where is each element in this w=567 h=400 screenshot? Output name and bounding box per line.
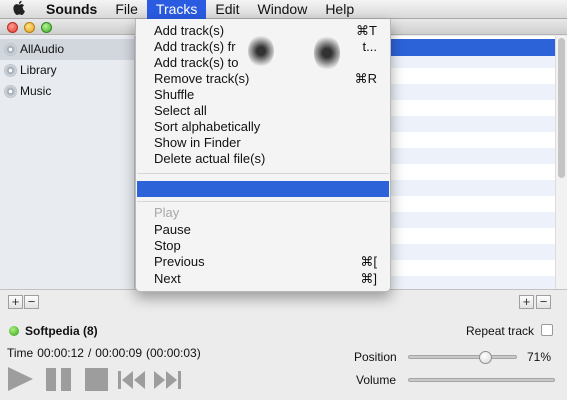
- menu-item-label: Add track(s): [154, 23, 225, 38]
- speaker-icon: [4, 85, 17, 98]
- blurred-text: [248, 35, 274, 67]
- sidebar-item-music[interactable]: Music: [0, 81, 134, 102]
- sidebar-item-label: Music: [20, 84, 52, 98]
- pause-icon[interactable]: [45, 368, 73, 395]
- position-label: Position: [354, 350, 397, 364]
- sidebar-item-label: AllAudio: [20, 42, 65, 56]
- menu-item-pause[interactable]: Pause: [136, 222, 390, 238]
- menu-bar: Sounds File Tracks Edit Window Help: [0, 0, 567, 19]
- menu-item-sort-alphabetically[interactable]: Sort alphabetically: [136, 119, 390, 135]
- close-window-button[interactable]: [7, 22, 18, 33]
- elapsed-time: 00:00:12: [37, 346, 84, 360]
- sidebar-item-library[interactable]: Library: [0, 60, 134, 81]
- menu-item-highlighted[interactable]: [137, 181, 389, 197]
- blurred-text: [314, 35, 340, 71]
- repeat-track-checkbox[interactable]: [541, 324, 553, 336]
- speaker-icon: [4, 64, 17, 77]
- remaining-time: (00:00:03): [146, 346, 201, 360]
- zoom-window-button[interactable]: [41, 22, 52, 33]
- menu-separator: [137, 173, 389, 174]
- play-icon[interactable]: [6, 366, 34, 395]
- time-label: Time: [7, 346, 34, 360]
- track-list-scrollbar[interactable]: [555, 36, 567, 289]
- add-playlist-button[interactable]: +: [8, 295, 23, 309]
- minimize-window-button[interactable]: [24, 22, 35, 33]
- menu-item-shortcut: ⌘[: [360, 254, 377, 269]
- menu-item-next[interactable]: Next ⌘]: [136, 271, 390, 287]
- sidebar-item-label: Library: [20, 63, 57, 77]
- repeat-track-label: Repeat track: [466, 324, 535, 338]
- menu-item-shortcut: ⌘]: [360, 271, 377, 286]
- next-icon[interactable]: [152, 370, 182, 393]
- volume-label: Volume: [356, 373, 397, 387]
- sidebar-item-allaudio[interactable]: AllAudio: [0, 39, 134, 60]
- menu-item-label: Previous: [154, 254, 205, 269]
- time-readout: Time 00:00:12 / 00:00:09 (00:00:03): [7, 346, 201, 360]
- menu-item-shortcut: ⌘T: [356, 23, 377, 38]
- menu-separator: [137, 201, 389, 202]
- add-track-button[interactable]: +: [519, 295, 534, 309]
- menu-item-shuffle[interactable]: Shuffle: [136, 87, 390, 103]
- apple-logo-icon[interactable]: [0, 0, 36, 18]
- menu-item-label: Remove track(s): [154, 71, 250, 86]
- remove-track-button[interactable]: −: [536, 295, 551, 309]
- menu-edit[interactable]: Edit: [206, 0, 248, 19]
- menu-window[interactable]: Window: [249, 0, 317, 19]
- app-menu-sounds[interactable]: Sounds: [36, 0, 106, 19]
- menu-item-shortcut: ⌘R: [354, 71, 377, 86]
- menu-item-label: Add track(s) fr: [154, 39, 236, 54]
- speaker-icon: [4, 43, 17, 56]
- menu-item-play: Play: [154, 205, 180, 220]
- position-percent: 71%: [527, 350, 552, 364]
- menu-item-previous[interactable]: Previous ⌘[: [136, 254, 390, 270]
- remove-playlist-button[interactable]: −: [24, 295, 39, 309]
- menu-help[interactable]: Help: [316, 0, 363, 19]
- menu-item-stop[interactable]: Stop: [136, 238, 390, 254]
- menu-item-label: Next: [154, 271, 181, 286]
- menu-item-show-in-finder[interactable]: Show in Finder: [136, 135, 390, 151]
- menu-item-remove-tracks[interactable]: Remove track(s) ⌘R: [136, 71, 390, 87]
- status-dot-icon: [9, 326, 19, 336]
- stop-icon[interactable]: [85, 368, 109, 395]
- menu-item-select-all[interactable]: Select all: [136, 103, 390, 119]
- position-slider-thumb[interactable]: [478, 351, 492, 364]
- menu-item-label: Add track(s) to: [154, 55, 239, 70]
- sidebar: AllAudio Library Music: [0, 36, 135, 289]
- menu-tracks[interactable]: Tracks: [146, 0, 207, 19]
- volume-slider[interactable]: [408, 378, 555, 382]
- menu-item-delete-actual-files[interactable]: Delete actual file(s): [136, 151, 390, 167]
- menu-item-shortcut: t...: [362, 39, 377, 54]
- scrollbar-thumb[interactable]: [558, 38, 565, 178]
- position-slider[interactable]: [408, 355, 517, 359]
- time-separator: /: [87, 346, 92, 360]
- menu-file[interactable]: File: [106, 0, 147, 19]
- tracks-menu-dropdown: Add track(s) ⌘T Add track(s) fr t... Add…: [135, 19, 391, 292]
- duration-time: 00:00:09: [95, 346, 143, 360]
- player-panel: + − + − Softpedia (8) Repeat track Time …: [0, 289, 567, 400]
- previous-icon[interactable]: [117, 370, 147, 393]
- current-playlist-name: Softpedia (8): [25, 324, 98, 338]
